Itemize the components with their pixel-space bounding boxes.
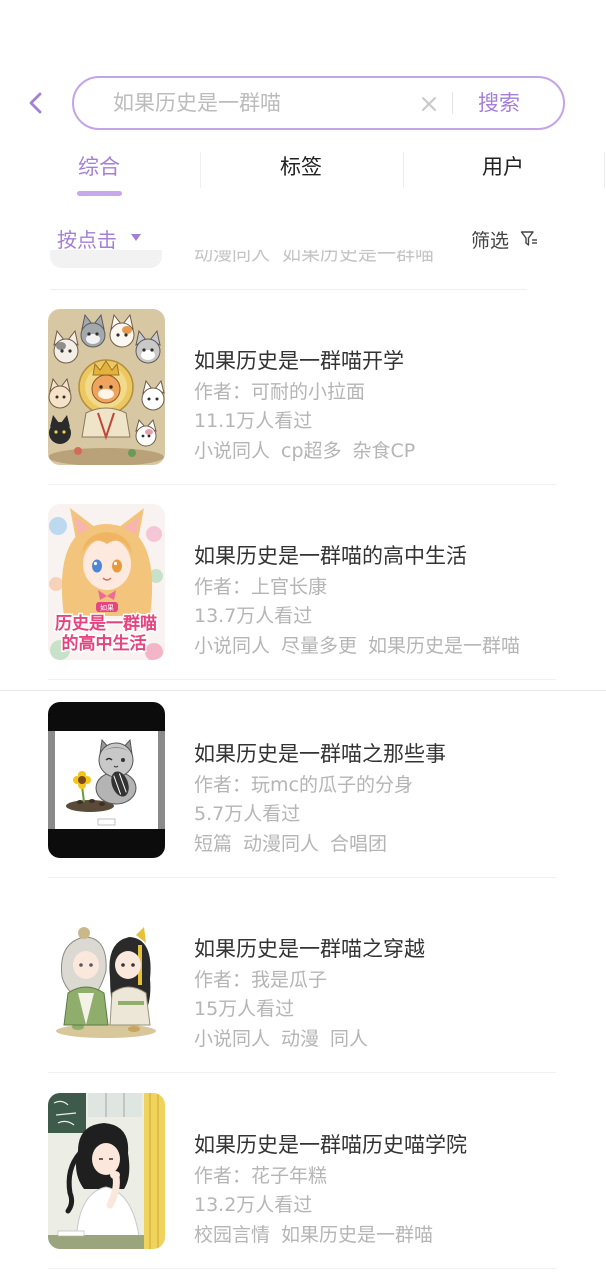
- result-author: 作者：玩mc的瓜子的分身: [194, 774, 413, 796]
- tag: 尽量多更: [281, 635, 358, 657]
- tag: 同人: [330, 1028, 369, 1050]
- tag: 小说同人: [194, 440, 271, 462]
- result-item[interactable]: 如果历史是一群喵开学 作者：可耐的小拉面 11.1万人看过 小说同人 cp超多 …: [0, 309, 606, 487]
- curtain: [144, 1093, 165, 1249]
- search-input[interactable]: [113, 78, 413, 128]
- ground-leaves: [56, 1024, 156, 1038]
- sort-label: 按点击: [57, 227, 117, 252]
- tab-comprehensive[interactable]: 综合: [0, 150, 198, 184]
- caret-down-icon: [131, 234, 141, 241]
- tag: 动漫同人: [194, 250, 271, 265]
- search-bar: 搜索: [72, 76, 565, 130]
- result-author: 作者：花子年糕: [194, 1165, 328, 1187]
- result-item[interactable]: 如果历史是一群喵之那些事 作者：玩mc的瓜子的分身 5.7万人看过 短篇 动漫同…: [0, 702, 606, 880]
- window: [88, 1093, 142, 1117]
- cover-image: [48, 702, 165, 858]
- search-button[interactable]: 搜索: [478, 78, 520, 128]
- tag: cp超多: [281, 440, 342, 462]
- result-title: 如果历史是一群喵历史喵学院: [194, 1133, 467, 1157]
- cover-image: [48, 1093, 165, 1249]
- cover-badge-text: 如果: [100, 603, 114, 612]
- result-author: 作者：我是瓜子: [194, 969, 328, 991]
- result-tags: 小说同人 尽量多更 如果历史是一群喵: [194, 633, 520, 659]
- search-divider: [452, 92, 453, 114]
- close-icon: [422, 97, 436, 111]
- tag: 校园言情: [194, 1224, 271, 1246]
- cover-art-classroom-girl: [48, 1093, 165, 1249]
- tag: 杂食CP: [352, 440, 416, 462]
- filter-label: 筛选: [471, 229, 510, 252]
- result-item-partial[interactable]: 动漫同人 如果历史是一群喵: [0, 250, 606, 268]
- result-tags: 小说同人 动漫 同人: [194, 1026, 368, 1052]
- cover-image: [48, 897, 165, 1053]
- result-tags: 动漫同人 如果历史是一群喵: [194, 250, 434, 267]
- crowned-orange-cat: [78, 359, 134, 441]
- result-tags: 短篇 动漫同人 合唱团: [194, 831, 387, 857]
- sort-dropdown[interactable]: 按点击: [57, 223, 141, 253]
- back-button[interactable]: [26, 91, 46, 115]
- divider: [48, 1268, 556, 1269]
- divider: [50, 289, 527, 290]
- result-item[interactable]: 如果历史是一群喵之穿越 作者：我是瓜子 15万人看过 小说同人 动漫 同人: [0, 897, 606, 1075]
- result-view-count: 13.7万人看过: [194, 605, 313, 627]
- result-view-count: 13.2万人看过: [194, 1194, 313, 1216]
- cover-title-line-1: 历史是一群喵: [55, 613, 157, 634]
- result-author: 作者：可耐的小拉面: [194, 381, 366, 403]
- funnel-icon: [520, 231, 538, 246]
- tag: 动漫同人: [243, 833, 320, 855]
- tag: 小说同人: [194, 635, 271, 657]
- tag: 小说同人: [194, 1028, 271, 1050]
- tab-tags[interactable]: 标签: [200, 150, 402, 184]
- section-divider: [0, 690, 606, 691]
- tag: 如果历史是一群喵: [281, 1224, 434, 1246]
- tag: 动漫: [281, 1028, 320, 1050]
- cover-art-cat-court: [48, 309, 165, 465]
- result-view-count: 5.7万人看过: [194, 803, 301, 825]
- result-item[interactable]: 如果历史是一群喵历史喵学院 作者：花子年糕 13.2万人看过 校园言情 如果历史…: [0, 1093, 606, 1271]
- tag: 合唱团: [330, 833, 388, 855]
- tag: 如果历史是一群喵: [282, 250, 435, 265]
- result-title: 如果历史是一群喵之那些事: [194, 742, 446, 766]
- result-item[interactable]: 如果 历史是一群喵 的高中生活 如果历史是一群喵的高中生活 作者：上官长康 13…: [0, 504, 606, 682]
- cover-art-gray-cat-seed: [48, 702, 165, 858]
- chevron-left-icon: [29, 92, 42, 114]
- result-view-count: 11.1万人看过: [194, 410, 313, 432]
- tag: 短篇: [194, 833, 233, 855]
- cover-image: [48, 309, 165, 465]
- tab-divider: [604, 152, 605, 188]
- girl-figure: [61, 508, 153, 616]
- tag: 如果历史是一群喵: [368, 635, 521, 657]
- result-view-count: 15万人看过: [194, 998, 295, 1020]
- divider: [48, 484, 556, 485]
- result-tags: 小说同人 cp超多 杂食CP: [194, 438, 415, 464]
- result-title: 如果历史是一群喵之穿越: [194, 937, 425, 961]
- cover-image: [50, 250, 162, 268]
- clear-search-button[interactable]: [421, 96, 437, 112]
- cover-art-two-chibi-characters: [48, 897, 165, 1053]
- chalkboard: [48, 1093, 86, 1133]
- result-author: 作者：上官长康: [194, 576, 328, 598]
- cover-art-cat-eared-girl: 如果 历史是一群喵 的高中生活: [48, 504, 165, 660]
- result-title: 如果历史是一群喵开学: [194, 349, 404, 373]
- tab-users[interactable]: 用户: [403, 150, 603, 184]
- result-title: 如果历史是一群喵的高中生活: [194, 544, 467, 568]
- cover-title-line-2: 的高中生活: [62, 633, 147, 654]
- cover-image: 如果 历史是一群喵 的高中生活: [48, 504, 165, 660]
- divider: [48, 679, 556, 680]
- divider: [48, 877, 556, 878]
- active-tab-indicator: [77, 191, 122, 196]
- result-tags: 校园言情 如果历史是一群喵: [194, 1222, 433, 1248]
- divider: [48, 1072, 556, 1073]
